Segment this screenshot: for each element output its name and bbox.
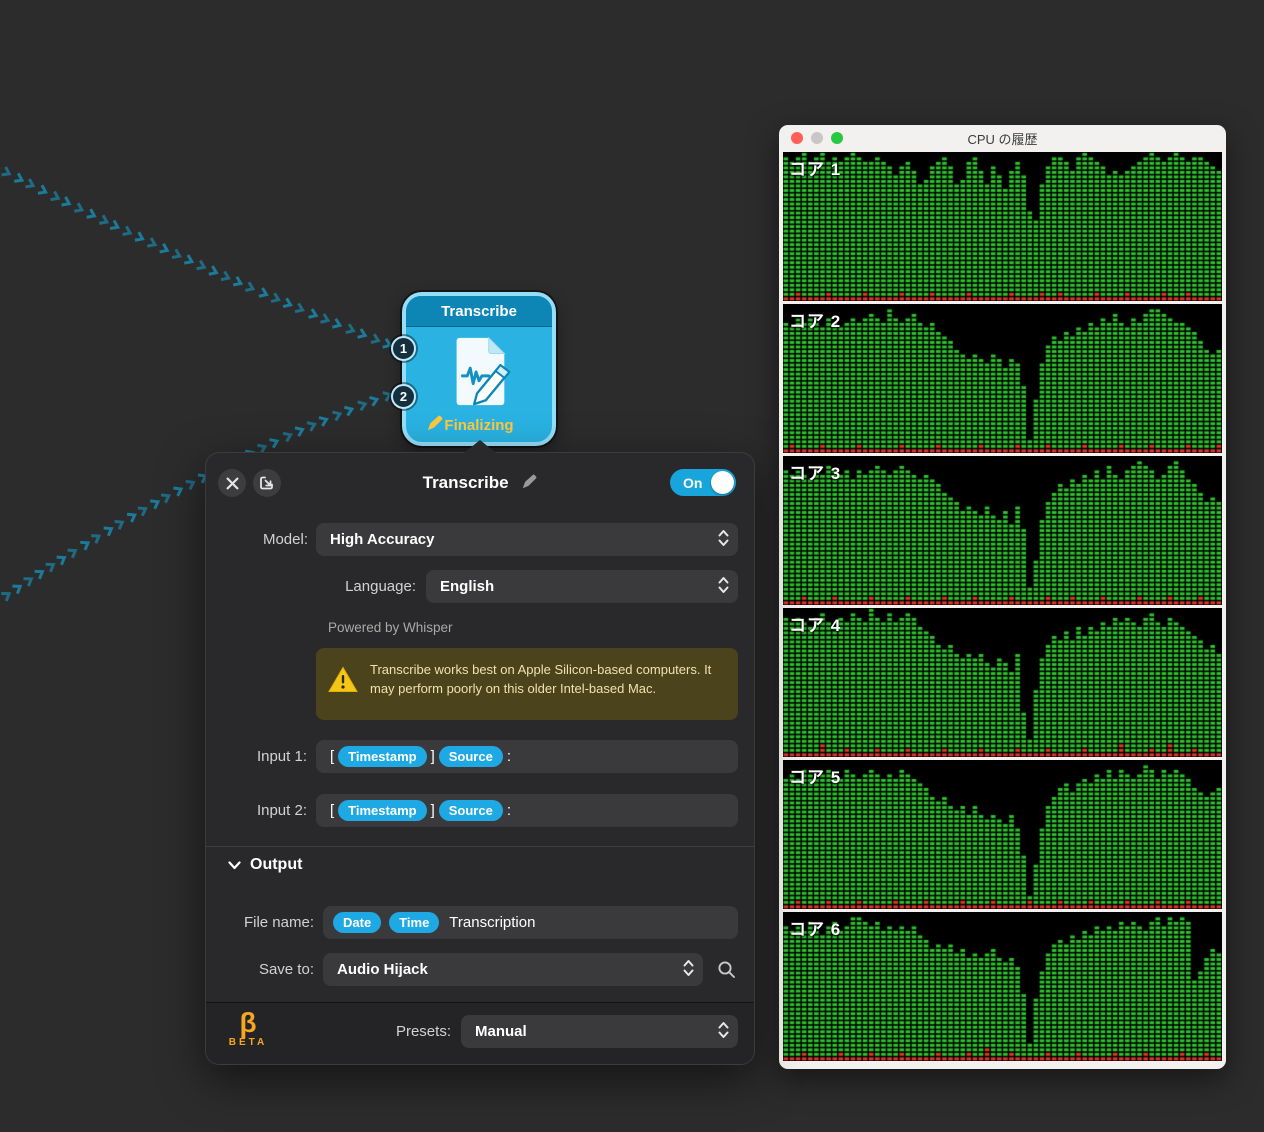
node-status-text: Finalizing [444,417,513,434]
popover-footer: β BETA Presets: Manual [206,1002,754,1064]
cpu-window-titlebar[interactable]: CPU の履歴 [783,125,1222,152]
chevron-up-down-icon [683,959,694,981]
warning-text: Transcribe works best on Apple Silicon-b… [370,658,726,698]
language-label: Language: [216,578,416,595]
chevron-down-icon [228,861,241,870]
chevron-up-down-icon [718,576,729,598]
model-label: Model: [108,531,308,548]
source-token[interactable]: Source [439,800,503,821]
reveal-in-finder-button[interactable] [717,960,736,984]
search-icon [717,960,736,979]
transcribe-settings-popover: Transcribe On Model: High Accuracy Langu… [205,452,755,1065]
cpu-history-window: CPU の履歴 コア 1 コア 2 コア 3 コア 4 コア 5 コア 6 [779,125,1226,1069]
time-token[interactable]: Time [389,912,439,933]
language-select[interactable]: English [426,570,738,603]
input1-label: Input 1: [107,748,307,765]
timestamp-token[interactable]: Timestamp [338,800,426,821]
cpu-core-graph [783,152,1222,301]
cpu-window-title: CPU の履歴 [967,129,1037,148]
input2-label: Input 2: [107,802,307,819]
close-traffic-light[interactable] [791,132,803,144]
toggle-label: On [683,475,702,491]
transcribe-node-title: Transcribe [406,296,552,327]
cpu-core-graph [783,304,1222,453]
input-port-2[interactable]: 2 [391,384,416,409]
zoom-traffic-light[interactable] [831,132,843,144]
input1-field[interactable]: [ Timestamp ] Source : [316,740,738,773]
chevron-up-down-icon [718,1021,729,1043]
input-port-1[interactable]: 1 [391,336,416,361]
output-section-label: Output [250,856,302,874]
minimize-traffic-light[interactable] [811,132,823,144]
cpu-core-pane: コア 3 [783,456,1222,605]
popover-arrow [464,440,496,453]
chevron-up-down-icon [718,529,729,551]
cpu-core-label: コア 6 [789,915,841,940]
cpu-core-label: コア 5 [789,763,841,788]
cpu-core-pane: コア 6 [783,912,1222,1061]
cpu-core-pane: コア 2 [783,304,1222,453]
cpu-core-pane: コア 5 [783,760,1222,909]
cpu-core-label: コア 3 [789,459,841,484]
cpu-core-graph [783,760,1222,909]
transcribe-document-icon [406,333,552,409]
warning-icon [328,666,358,693]
divider [206,846,754,847]
cpu-core-label: コア 1 [789,155,841,180]
on-off-toggle[interactable]: On [670,469,736,496]
date-token[interactable]: Date [333,912,381,933]
saveto-label: Save to: [114,961,314,978]
model-select[interactable]: High Accuracy [316,523,738,556]
source-token[interactable]: Source [439,746,503,767]
presets-label: Presets: [251,1023,451,1040]
cpu-core-pane: コア 4 [783,608,1222,757]
cpu-core-label: コア 4 [789,611,841,636]
saveto-select[interactable]: Audio Hijack [323,953,703,986]
toggle-knob [711,471,734,494]
filename-label: File name: [114,914,314,931]
filename-field[interactable]: Date Time Transcription [323,906,738,939]
output-section-toggle[interactable]: Output [228,856,302,874]
powered-by-text: Powered by Whisper [328,620,453,635]
cpu-core-graph [783,608,1222,757]
transcribe-node[interactable]: Transcribe Finalizing 1 2 [402,292,556,446]
cpu-core-label: コア 2 [789,307,841,332]
cpu-core-graph [783,456,1222,605]
cpu-core-pane: コア 1 [783,152,1222,301]
filename-text: Transcription [449,914,535,931]
timestamp-token[interactable]: Timestamp [338,746,426,767]
input2-field[interactable]: [ Timestamp ] Source : [316,794,738,827]
presets-select[interactable]: Manual [461,1015,738,1048]
rename-pencil-icon[interactable] [517,475,538,494]
cpu-core-graph [783,912,1222,1061]
status-pencil-icon [426,415,443,436]
cpu-core-panes: コア 1 コア 2 コア 3 コア 4 コア 5 コア 6 [783,152,1222,1061]
warning-banner: Transcribe works best on Apple Silicon-b… [316,648,738,720]
